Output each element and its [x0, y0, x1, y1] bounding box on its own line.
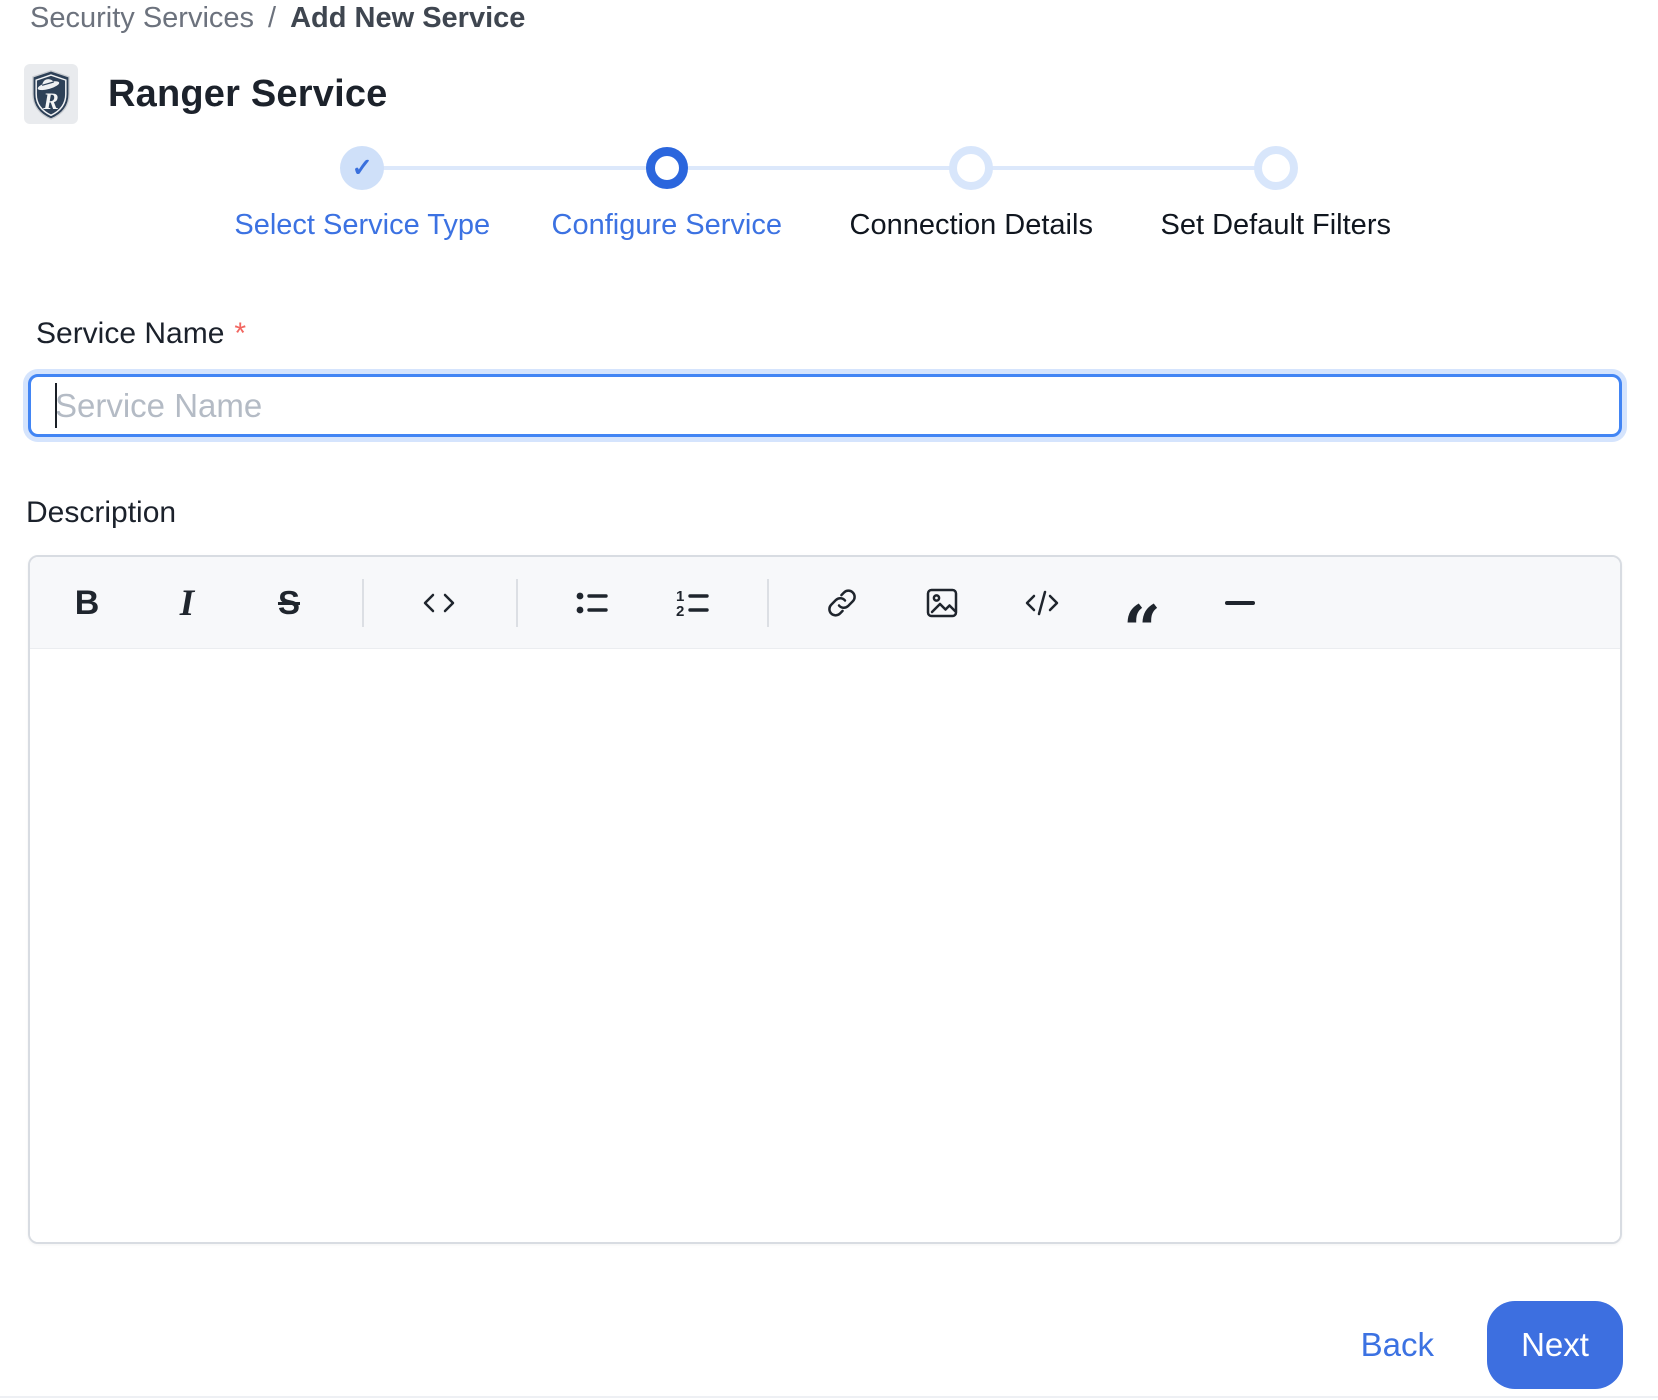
blockquote-button[interactable]: “ [1110, 571, 1174, 669]
back-button[interactable]: Back [1361, 1326, 1434, 1364]
page-title: Ranger Service [108, 72, 388, 115]
bullet-list-icon [576, 592, 608, 614]
step-label-select-service-type[interactable]: Select Service Type [234, 209, 490, 242]
service-name-field-wrap [28, 374, 1622, 437]
toolbar-divider [362, 579, 364, 627]
italic-icon: I [179, 582, 195, 624]
wizard-stepper: ✓ Select Service Type Configure Service … [210, 146, 1428, 242]
toolbar-divider [767, 579, 769, 627]
ordered-list-button[interactable]: 1 2 [660, 571, 724, 635]
blockquote-icon: “ [1123, 591, 1161, 669]
ranger-shield-icon: R [32, 70, 70, 120]
step-label-connection-details[interactable]: Connection Details [850, 209, 1093, 242]
step-label-configure-service[interactable]: Configure Service [552, 209, 783, 242]
required-asterisk: * [234, 317, 247, 350]
image-button[interactable] [910, 571, 974, 635]
code-block-button[interactable] [1010, 571, 1074, 635]
step-label-set-default-filters[interactable]: Set Default Filters [1161, 209, 1391, 242]
next-button[interactable]: Next [1487, 1301, 1623, 1389]
editor-toolbar: B I S 1 2 “ [30, 557, 1620, 669]
horizontal-rule-icon [1225, 601, 1255, 605]
step-configure-service[interactable]: Configure Service [515, 146, 820, 242]
service-name-input[interactable] [28, 374, 1622, 437]
bold-button[interactable]: B [55, 571, 119, 635]
ranger-logo-letter: R [42, 89, 58, 115]
image-icon [926, 588, 958, 618]
description-label: Description [26, 496, 177, 529]
link-button[interactable] [810, 571, 874, 635]
description-editor-content[interactable] [30, 649, 1620, 1242]
service-header: R Ranger Service [24, 64, 388, 124]
horizontal-rule-button[interactable] [1208, 571, 1272, 635]
strikethrough-button[interactable]: S [257, 571, 321, 635]
text-caret [55, 383, 57, 428]
svg-text:2: 2 [676, 603, 684, 620]
toolbar-divider [516, 579, 518, 627]
ordered-list-icon: 1 2 [676, 588, 709, 620]
link-icon [828, 589, 856, 617]
bullet-list-button[interactable] [560, 571, 624, 635]
panel-bottom-edge [0, 1396, 1658, 1398]
step-upcoming-circle-icon[interactable] [1253, 146, 1298, 190]
bold-icon: B [74, 583, 100, 622]
service-name-label: Service Name * [36, 317, 247, 350]
add-new-service-page: Security Services / Add New Service R Ra… [0, 0, 1658, 1400]
step-completed-check-icon[interactable]: ✓ [340, 146, 385, 190]
step-upcoming-circle-icon[interactable] [949, 146, 994, 190]
step-connection-details[interactable]: Connection Details [819, 146, 1124, 242]
code-block-icon [1025, 590, 1059, 616]
inline-code-button[interactable] [407, 571, 471, 635]
step-active-circle-icon[interactable] [645, 147, 688, 189]
step-set-default-filters[interactable]: Set Default Filters [1124, 146, 1429, 242]
strikethrough-icon: S [277, 584, 300, 621]
italic-button[interactable]: I [155, 571, 219, 635]
ranger-logo: R [24, 64, 78, 124]
breadcrumb: Security Services / Add New Service [30, 2, 525, 35]
description-rich-text-editor: B I S 1 2 “ [28, 555, 1622, 1244]
breadcrumb-add-new-service: Add New Service [290, 2, 526, 34]
inline-code-icon [423, 593, 455, 613]
wizard-footer: Back Next [1361, 1301, 1623, 1389]
breadcrumb-security-services[interactable]: Security Services [30, 2, 254, 35]
breadcrumb-separator: / [268, 2, 277, 34]
step-select-service-type[interactable]: ✓ Select Service Type [210, 146, 515, 242]
